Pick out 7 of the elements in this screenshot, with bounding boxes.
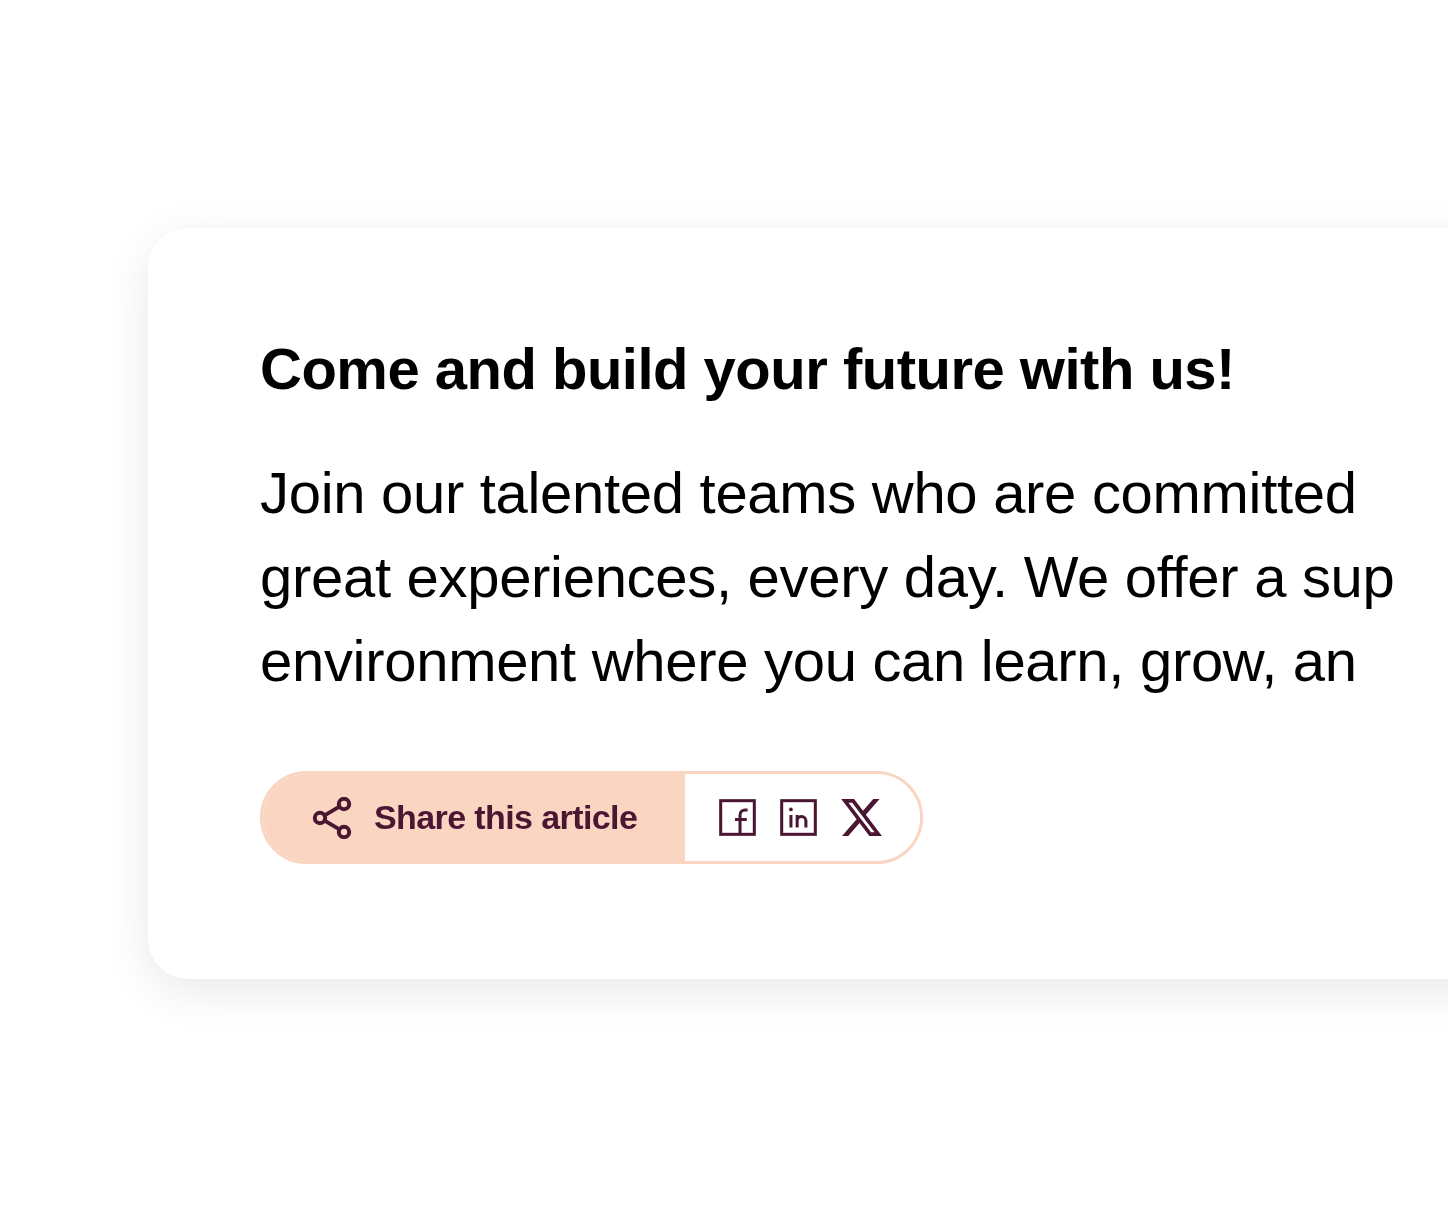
share-label: Share this article <box>374 797 638 838</box>
share-icon <box>312 796 352 839</box>
body-paragraph: Join our talented teams who are committed great experiences, every day. We offer a sup environment where you can learn, grow, an <box>260 459 1395 695</box>
linkedin-icon[interactable] <box>780 799 818 836</box>
card-heading: Come and build your future with us! <box>260 335 1235 403</box>
x-logo-icon[interactable] <box>841 799 883 836</box>
facebook-icon[interactable] <box>719 799 757 836</box>
